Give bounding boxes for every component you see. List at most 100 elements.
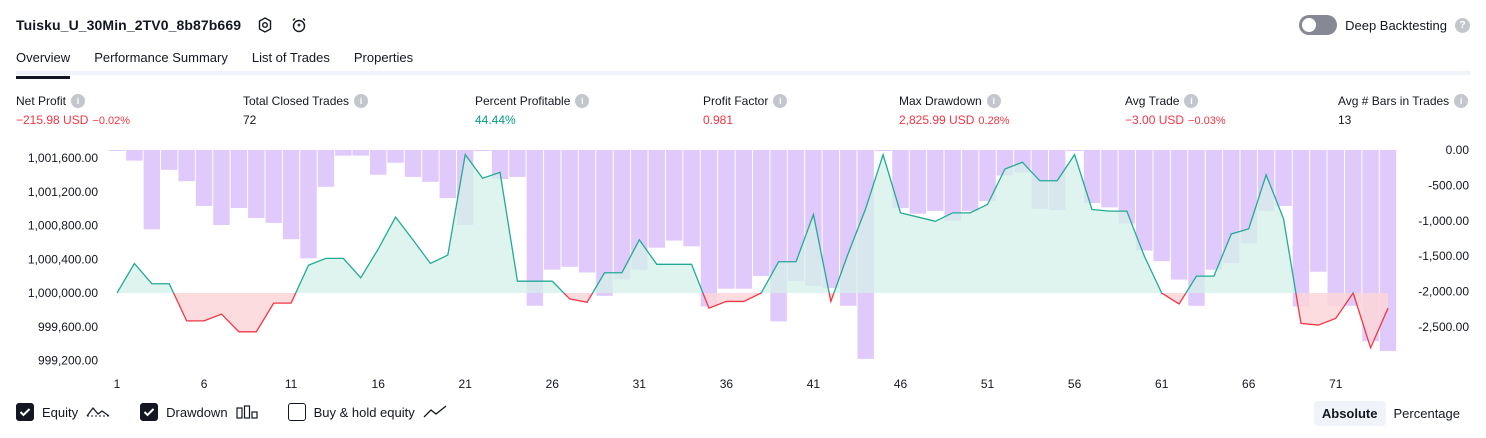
y-right-tick-label: -2,000.00	[1418, 285, 1469, 299]
settings-icon[interactable]	[255, 15, 275, 35]
stat-value: 2,825.99 USD	[899, 113, 975, 127]
drawdown-bar	[613, 150, 631, 280]
drawdown-bar	[439, 150, 457, 199]
drawdown-bar	[718, 150, 735, 289]
info-icon[interactable]: i	[354, 94, 369, 108]
info-icon[interactable]: i	[575, 94, 590, 108]
info-icon[interactable]: i	[773, 94, 788, 108]
top-bar: Tuisku_U_30Min_2TV0_8b87b669 Deep Backte…	[16, 14, 1470, 36]
drawdown-bar	[1066, 150, 1083, 151]
drawdown-bar	[387, 150, 404, 163]
drawdown-bar	[1153, 150, 1170, 262]
y-right-tick-label: -1,000.00	[1418, 214, 1469, 228]
stat-max-drawdown: Max Drawdown i 2,825.99 USD 0.28%	[899, 94, 1010, 127]
drawdown-bar	[422, 150, 439, 182]
y-left-tick-label: 1,000,000.00	[28, 286, 98, 300]
legend-equity[interactable]: Equity	[16, 403, 110, 421]
equity-line-icon	[86, 405, 110, 419]
stat-label: Avg Trade	[1125, 94, 1180, 108]
drawdown-bar	[143, 150, 161, 230]
drawdown-bar	[1344, 150, 1362, 306]
x-tick-label: 1	[114, 377, 121, 391]
legend-drawdown[interactable]: Drawdown	[140, 403, 258, 421]
drawdown-bar	[578, 150, 596, 273]
y-left-tick-label: 999,200.00	[38, 354, 98, 368]
y-right-tick-label: 0.00	[1446, 143, 1470, 157]
info-icon[interactable]: i	[71, 94, 86, 108]
info-icon[interactable]: i	[986, 94, 1001, 108]
x-tick-label: 31	[633, 377, 647, 391]
stat-percent: 0.28%	[978, 115, 1010, 127]
percentage-button[interactable]: Percentage	[1386, 401, 1469, 426]
stat-label: Profit Factor	[703, 94, 769, 108]
drawdown-bar	[1310, 150, 1327, 272]
stat-value: 0.981	[703, 113, 734, 127]
drawdown-bar	[230, 150, 248, 209]
drawdown-bar	[1205, 150, 1223, 270]
drawdown-bar	[561, 150, 578, 267]
scale-mode-switch: Absolute Percentage	[1313, 401, 1469, 426]
drawdown-bar	[300, 150, 317, 259]
drawdown-bar	[317, 150, 335, 187]
deep-backtesting: Deep Backtesting ?	[1299, 15, 1470, 35]
tab-properties[interactable]: Properties	[354, 44, 413, 75]
tab-performance-summary[interactable]: Performance Summary	[94, 44, 228, 75]
x-tick-label: 56	[1068, 377, 1082, 391]
stat-value: −3.00 USD	[1125, 113, 1185, 127]
stat-total-closed-trades: Total Closed Trades i 72	[243, 94, 369, 127]
drawdown-bar	[770, 150, 787, 322]
stat-value: 44.44%	[475, 113, 516, 127]
x-tick-label: 36	[720, 377, 734, 391]
chart-legend: Equity Drawdown Buy & hold equity	[16, 403, 477, 421]
drawdown-bar	[874, 150, 892, 151]
drawdown-bar	[961, 150, 979, 211]
tab-list-of-trades[interactable]: List of Trades	[252, 44, 330, 75]
drawdown-bar	[335, 150, 352, 156]
drawdown-bar	[126, 150, 143, 161]
drawdown-bar	[700, 150, 718, 307]
stat-value: 72	[243, 113, 257, 127]
drawdown-bar	[108, 150, 126, 151]
info-icon[interactable]: i	[1454, 94, 1469, 108]
drawdown-bar	[1136, 150, 1153, 251]
drawdown-bar	[544, 150, 561, 270]
drawdown-bar	[1275, 150, 1292, 206]
stat-value: −215.98 USD	[16, 113, 89, 127]
y-right-tick-label: -500.00	[1428, 178, 1469, 192]
drawdown-bar	[1327, 150, 1344, 306]
drawdown-bar	[648, 150, 665, 248]
drawdown-bars-icon	[235, 405, 258, 419]
legend-buy-hold-equity[interactable]: Buy & hold equity	[287, 403, 447, 421]
stat-label: Total Closed Trades	[243, 94, 350, 108]
add-alert-icon[interactable]	[289, 15, 309, 35]
x-tick-label: 51	[981, 377, 995, 391]
info-icon[interactable]: i	[1184, 94, 1199, 108]
x-tick-label: 26	[546, 377, 560, 391]
legend-label: Equity	[42, 404, 79, 420]
drawdown-bar	[161, 150, 178, 170]
y-right-tick-label: -1,500.00	[1418, 249, 1469, 263]
drawdown-bar	[265, 150, 282, 223]
drawdown-bar	[369, 150, 387, 175]
stat-avg-trade: Avg Trade i −3.00 USD −0.03%	[1125, 94, 1226, 127]
deep-backtesting-toggle[interactable]	[1299, 15, 1338, 35]
y-left-tick-label: 1,001,600.00	[28, 151, 98, 165]
x-tick-label: 41	[807, 377, 821, 391]
y-left-tick-label: 1,000,800.00	[28, 219, 98, 233]
stat-net-profit: Net Profit i −215.98 USD −0.02%	[16, 94, 130, 127]
stat-percent: −0.03%	[1188, 115, 1226, 127]
drawdown-bar	[282, 150, 300, 240]
drawdown-bar	[753, 150, 770, 277]
stat-value: 13	[1338, 113, 1352, 127]
equity-drawdown-chart[interactable]: 1,001,600.00 1,001,200.00 1,000,800.00 1,00…	[0, 140, 1486, 395]
drawdown-checkbox[interactable]	[140, 403, 159, 421]
help-icon[interactable]: ?	[1455, 17, 1470, 33]
buy-hold-checkbox[interactable]	[287, 403, 306, 421]
absolute-button[interactable]: Absolute	[1313, 401, 1386, 426]
tab-overview[interactable]: Overview	[16, 44, 71, 79]
drawdown-bar	[909, 150, 927, 214]
stat-label: Avg # Bars in Trades	[1338, 94, 1450, 108]
y-left-tick-label: 1,001,200.00	[28, 185, 98, 199]
equity-checkbox[interactable]	[16, 403, 34, 421]
x-tick-label: 71	[1329, 377, 1343, 391]
